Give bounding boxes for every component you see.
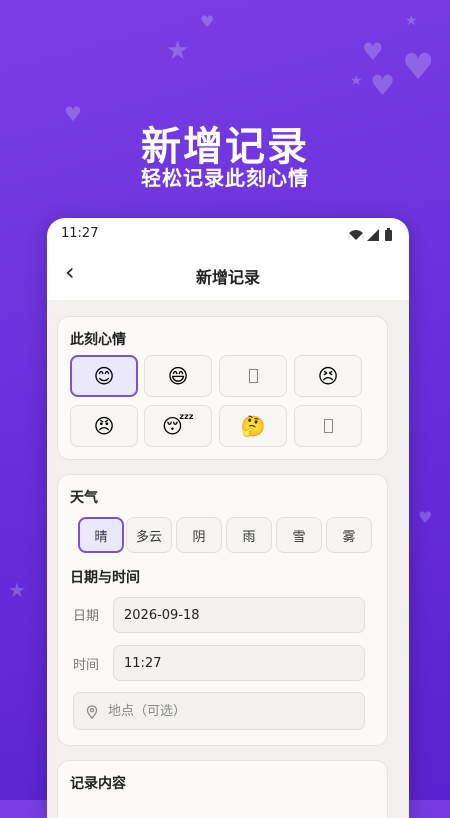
weather-option-rain[interactable]: 雨 bbox=[226, 517, 272, 553]
missing-glyph-icon bbox=[248, 369, 258, 383]
datetime-section-title: 日期与时间 bbox=[70, 570, 140, 586]
missing-glyph-icon bbox=[323, 419, 333, 433]
sad-emoji-icon: 😣 bbox=[317, 364, 339, 388]
heart-icon: ♥ bbox=[418, 508, 433, 527]
weather-option-cloudy[interactable]: 多云 bbox=[126, 517, 172, 553]
phone-screen: 11:27 ‹ 新增记录 此刻心情 😊 😄 😣 😠 😴 🤔 天气 晴 多云 阴 … bbox=[47, 218, 409, 818]
weather-option-overcast[interactable]: 阴 bbox=[176, 517, 222, 553]
page-title: 新增记录 bbox=[195, 268, 260, 287]
hero-subtitle: 轻松记录此刻心情 bbox=[141, 166, 309, 190]
weather-label: 晴 bbox=[94, 529, 108, 545]
heart-icon: ♥ bbox=[370, 69, 396, 102]
time-label: 时间 bbox=[73, 658, 100, 673]
weather-label: 多云 bbox=[135, 529, 162, 545]
heart-icon: ♥ bbox=[402, 47, 435, 88]
laugh-emoji-icon: 😄 bbox=[167, 364, 189, 388]
mood-option-sad[interactable]: 😣 bbox=[294, 355, 362, 397]
star-icon: ★ bbox=[405, 13, 418, 29]
time-field[interactable]: 11:27 bbox=[113, 645, 365, 681]
date-label: 日期 bbox=[73, 609, 100, 624]
heart-icon: ♥ bbox=[362, 38, 384, 66]
app-bar: ‹ 新增记录 bbox=[47, 250, 409, 300]
weather-label: 阴 bbox=[192, 529, 206, 545]
mood-option-missing-2[interactable] bbox=[294, 405, 362, 447]
heart-icon: ♥ bbox=[200, 12, 215, 31]
sleepy-emoji-icon: 😴 bbox=[161, 414, 195, 438]
battery-icon bbox=[385, 230, 392, 241]
mood-card: 此刻心情 😊 😄 😣 😠 😴 🤔 bbox=[57, 316, 388, 460]
status-icons bbox=[349, 228, 392, 241]
smile-emoji-icon: 😊 bbox=[93, 364, 115, 388]
status-time: 11:27 bbox=[61, 226, 99, 241]
mood-option-thinking[interactable]: 🤔 bbox=[219, 405, 287, 447]
weather-section-title: 天气 bbox=[70, 490, 98, 506]
form-content: 此刻心情 😊 😄 😣 😠 😴 🤔 天气 晴 多云 阴 雨 雪 雾 日期与时间 日… bbox=[47, 300, 409, 818]
thinking-emoji-icon: 🤔 bbox=[240, 414, 266, 438]
wifi-icon bbox=[349, 230, 363, 240]
star-icon: ★ bbox=[8, 578, 26, 602]
status-bar: 11:27 bbox=[47, 218, 409, 250]
location-placeholder: 地点（可选） bbox=[108, 704, 187, 719]
mood-option-sleepy[interactable]: 😴 bbox=[144, 405, 212, 447]
date-field[interactable]: 2026-09-18 bbox=[113, 597, 365, 633]
signal-icon bbox=[367, 229, 379, 241]
weather-option-snow[interactable]: 雪 bbox=[276, 517, 322, 553]
content-section-title: 记录内容 bbox=[70, 776, 126, 792]
weather-option-fog[interactable]: 雾 bbox=[326, 517, 372, 553]
star-icon: ★ bbox=[166, 36, 190, 66]
location-pin-icon bbox=[86, 705, 98, 719]
angry-emoji-icon: 😠 bbox=[93, 414, 115, 438]
mood-option-excited[interactable]: 😄 bbox=[144, 355, 212, 397]
mood-section-title: 此刻心情 bbox=[70, 332, 126, 348]
weather-label: 雨 bbox=[242, 529, 256, 545]
weather-option-sunny[interactable]: 晴 bbox=[78, 517, 124, 553]
weather-label: 雾 bbox=[342, 529, 356, 545]
star-icon: ★ bbox=[350, 73, 363, 89]
content-card: 记录内容 bbox=[57, 760, 388, 818]
mood-option-happy[interactable]: 😊 bbox=[70, 355, 138, 397]
weather-label: 雪 bbox=[292, 529, 306, 545]
location-field[interactable]: 地点（可选） bbox=[73, 692, 365, 730]
mood-option-missing[interactable] bbox=[219, 355, 287, 397]
mood-option-angry[interactable]: 😠 bbox=[70, 405, 138, 447]
